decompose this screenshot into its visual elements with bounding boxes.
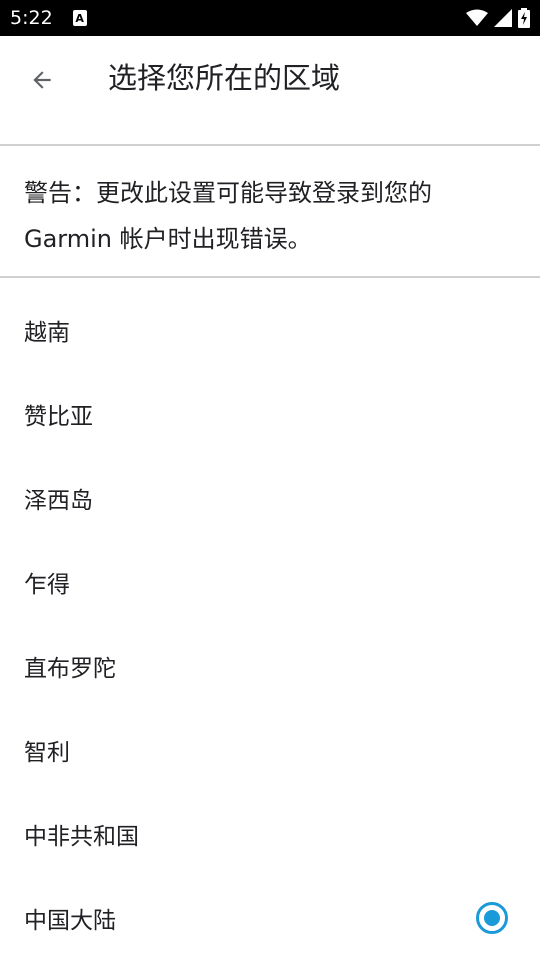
region-item-zambia[interactable]: 赞比亚 (0, 372, 540, 456)
region-item-mainland-china[interactable]: 中国大陆 (0, 876, 540, 960)
warning-divider (0, 276, 540, 278)
region-label: 赞比亚 (24, 404, 93, 430)
region-item-gibraltar[interactable]: 直布罗陀 (0, 624, 540, 708)
status-icons (466, 8, 530, 28)
region-item-chile[interactable]: 智利 (0, 708, 540, 792)
region-label: 乍得 (24, 572, 70, 598)
region-label: 中非共和国 (24, 824, 139, 850)
region-label: 中国大陆 (24, 908, 116, 934)
region-item-vietnam[interactable]: 越南 (0, 288, 540, 372)
region-label: 越南 (24, 320, 70, 346)
radio-dot (484, 910, 500, 926)
status-bar: 5:22 A (0, 0, 540, 36)
region-list: 越南 赞比亚 泽西岛 乍得 直布罗陀 智利 中非共和国 中国大陆 (0, 288, 540, 960)
app-bar: 选择您所在的区域 (0, 36, 540, 144)
notification-icon: A (72, 10, 87, 26)
selected-radio-button[interactable] (476, 902, 508, 934)
page-title: 选择您所在的区域 (108, 61, 341, 95)
wifi-icon (466, 9, 488, 26)
back-button[interactable] (18, 56, 66, 104)
arrow-left-icon (33, 71, 51, 89)
cell-signal-icon (494, 9, 512, 27)
region-label: 直布罗陀 (24, 656, 116, 682)
region-item-central-african-republic[interactable]: 中非共和国 (0, 792, 540, 876)
warning-message: 警告：更改此设置可能导致登录到您的 Garmin 帐户时出现错误。 (24, 179, 432, 253)
status-time: 5:22 (10, 7, 53, 29)
battery-charging-icon (518, 8, 530, 28)
region-item-jersey[interactable]: 泽西岛 (0, 456, 540, 540)
region-label: 智利 (24, 740, 70, 766)
region-label: 泽西岛 (24, 488, 93, 514)
region-item-chad[interactable]: 乍得 (0, 540, 540, 624)
